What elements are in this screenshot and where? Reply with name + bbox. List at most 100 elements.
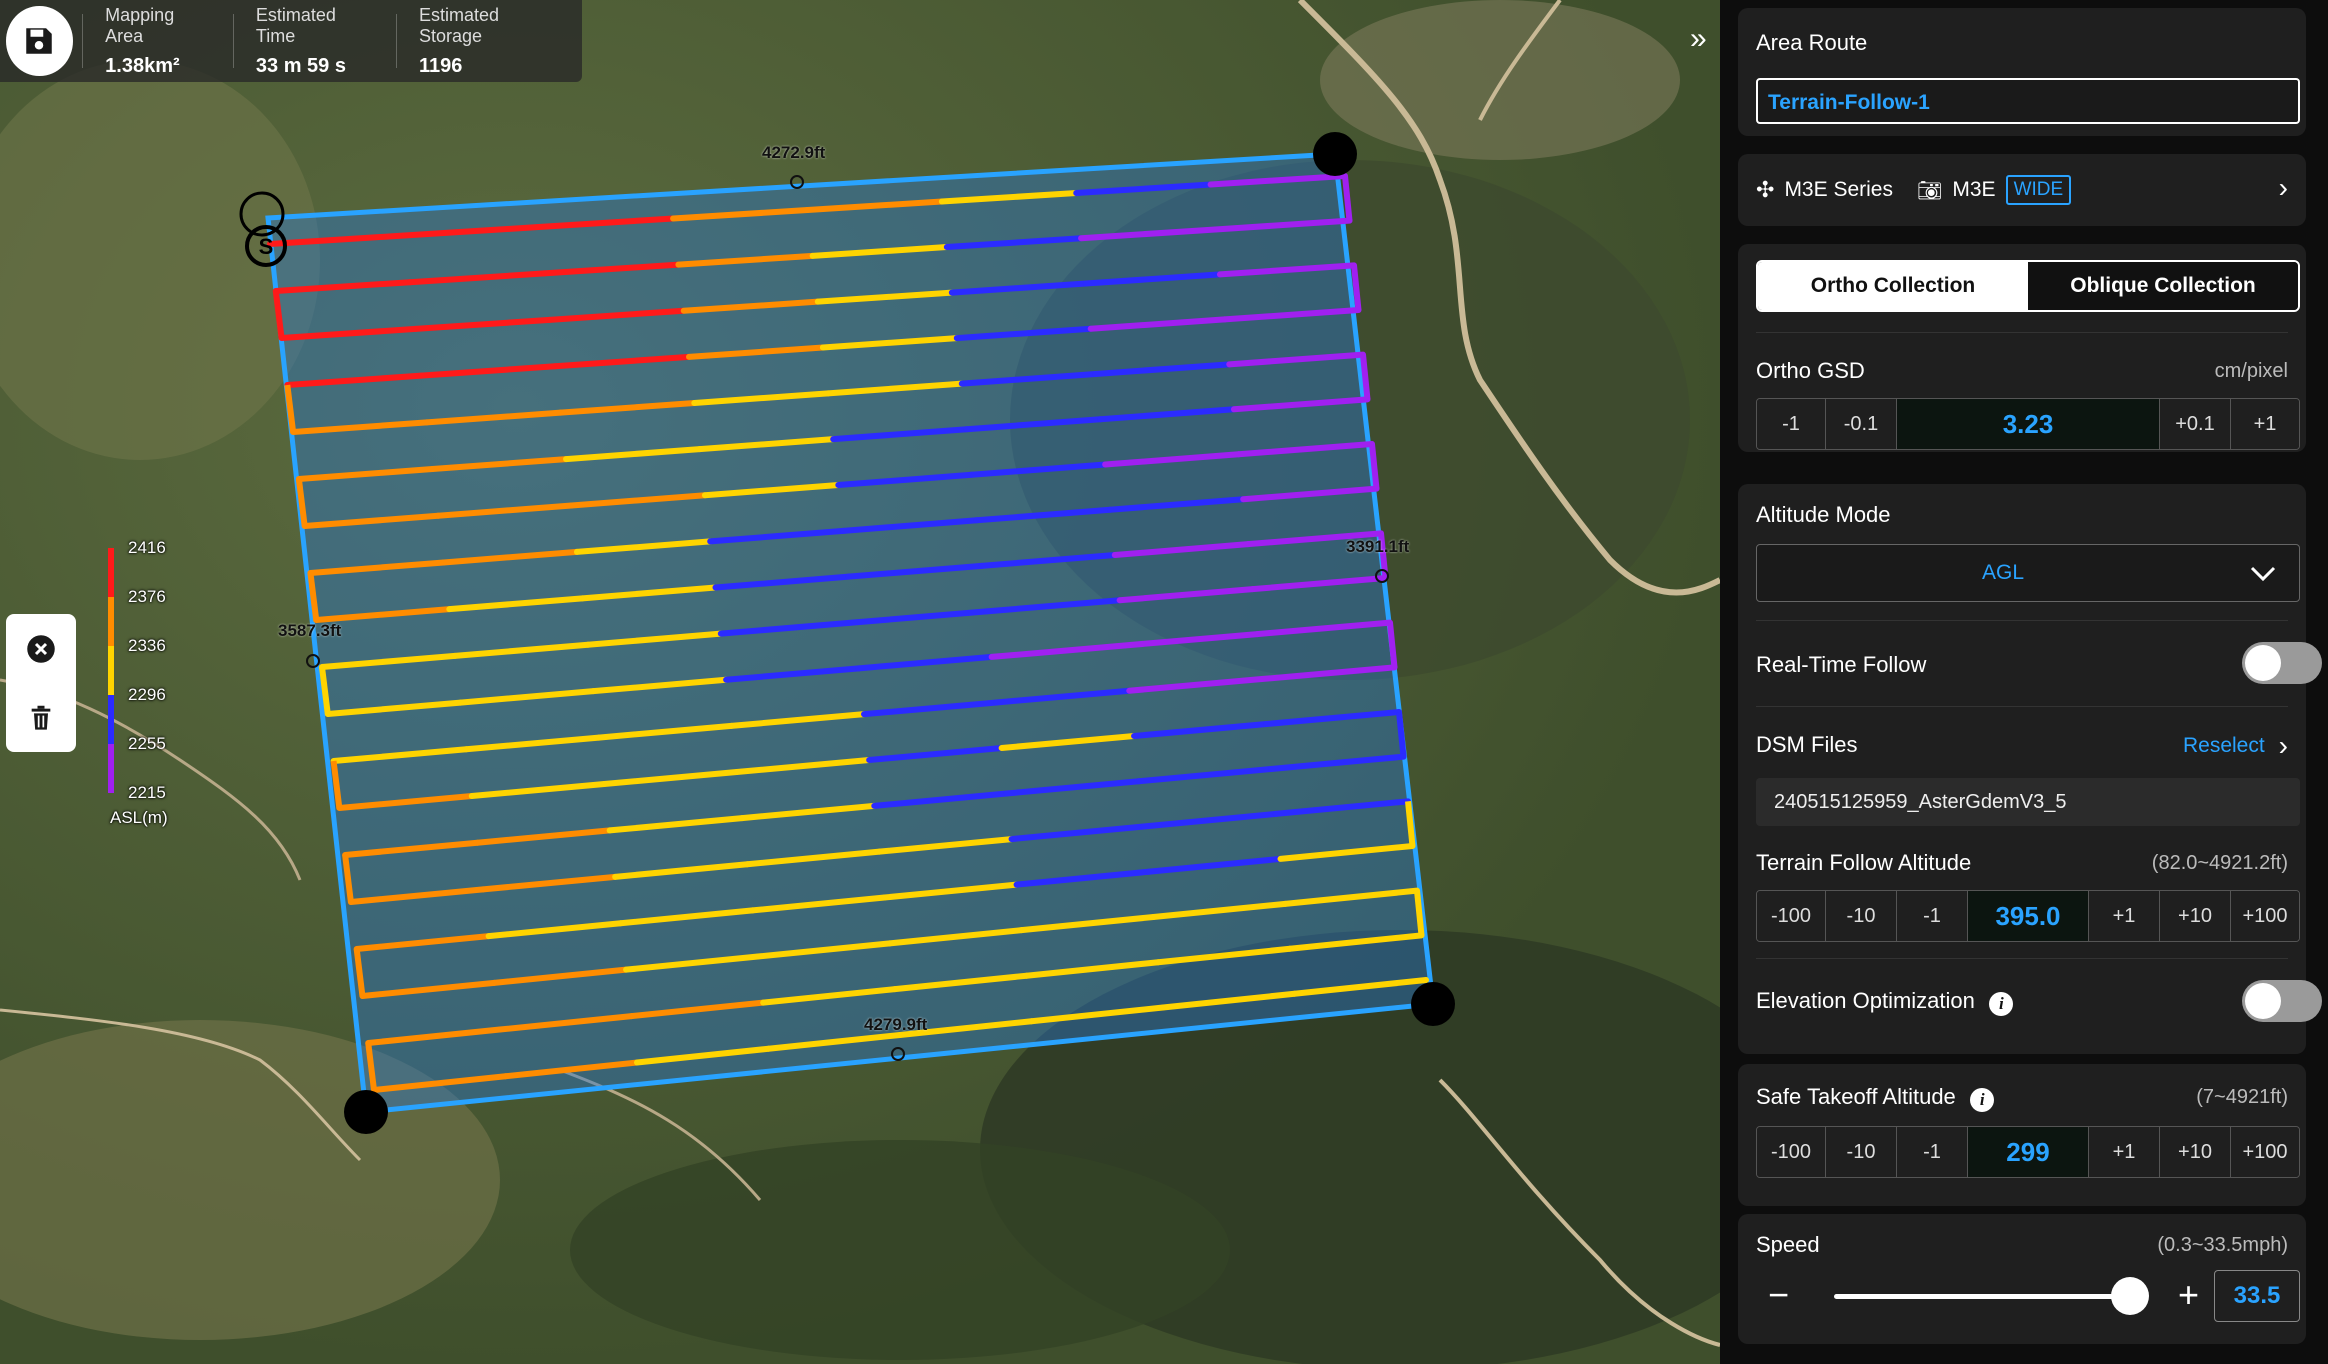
takeoff-plus-1-button[interactable]: +1 bbox=[2089, 1127, 2160, 1177]
gsd-minus-0.1-button[interactable]: -0.1 bbox=[1826, 399, 1897, 449]
legend-color-segment bbox=[108, 548, 114, 597]
elevation-optimization-row: Elevation Optimization i bbox=[1756, 988, 2014, 1016]
speed-minus-button[interactable]: − bbox=[1768, 1274, 1789, 1316]
drone-model: M3E Series bbox=[1784, 178, 1893, 201]
route-name-input[interactable]: Terrain-Follow-1 bbox=[1756, 78, 2300, 124]
corner-handle[interactable] bbox=[1411, 982, 1455, 1026]
alt-minus-100-button[interactable]: -100 bbox=[1757, 891, 1826, 941]
area-route-label: Area Route bbox=[1756, 30, 1868, 55]
gsd-minus-1-button[interactable]: -1 bbox=[1757, 399, 1826, 449]
dsm-file-name[interactable]: 240515125959_AsterGdemV3_5 bbox=[1756, 778, 2300, 826]
corner-handle[interactable] bbox=[344, 1090, 388, 1134]
legend-value: 2296 bbox=[128, 685, 166, 704]
legend-color-segment bbox=[108, 646, 114, 695]
drone-icon: ✣ bbox=[1756, 177, 1775, 202]
aircraft-card[interactable]: ✣ M3E Series 📷︎ M3E WIDE › bbox=[1738, 154, 2306, 226]
speed-slider-track[interactable] bbox=[1834, 1277, 2149, 1315]
takeoff-minus-100-button[interactable]: -100 bbox=[1757, 1127, 1826, 1177]
elevation-label: 4279.9ft bbox=[864, 1015, 928, 1034]
elevation-optimization-toggle[interactable] bbox=[2242, 980, 2322, 1022]
realtime-follow-label: Real-Time Follow bbox=[1756, 652, 1927, 677]
legend-value: 2416 bbox=[128, 538, 166, 557]
elevation-optimization-label: Elevation Optimization bbox=[1756, 988, 1975, 1013]
stat-estimated-storage: Estimated Storage 1196 bbox=[396, 5, 582, 77]
legend-color-segment bbox=[108, 695, 114, 744]
double-chevron-right-icon[interactable]: » bbox=[1690, 22, 1707, 56]
alt-plus-1-button[interactable]: +1 bbox=[2089, 891, 2160, 941]
realtime-follow-toggle[interactable] bbox=[2242, 642, 2322, 684]
takeoff-altitude-stepper: -100 -10 -1 299 +1 +10 +100 bbox=[1756, 1126, 2300, 1178]
alt-minus-10-button[interactable]: -10 bbox=[1826, 891, 1897, 941]
info-icon[interactable]: i bbox=[1970, 1087, 1995, 1112]
speed-slider-handle[interactable] bbox=[2111, 1277, 2149, 1315]
lens-badge: WIDE bbox=[2005, 175, 2072, 205]
speed-plus-button[interactable]: + bbox=[2178, 1274, 2199, 1316]
stat-value: 33 m 59 s bbox=[255, 54, 346, 77]
chevron-right-icon[interactable]: › bbox=[2279, 172, 2288, 204]
close-circle-icon[interactable] bbox=[26, 634, 56, 664]
takeoff-plus-100-button[interactable]: +100 bbox=[2231, 1127, 2299, 1177]
tab-oblique-collection[interactable]: Oblique Collection bbox=[2028, 262, 2298, 310]
takeoff-minus-1-button[interactable]: -1 bbox=[1897, 1127, 1968, 1177]
speed-value-input[interactable]: 33.5 bbox=[2214, 1270, 2300, 1322]
terrain-altitude-range: (82.0~4921.2ft) bbox=[2151, 852, 2288, 874]
stat-mapping-area: Mapping Area 1.38km² bbox=[82, 5, 233, 77]
dsm-files-label: DSM Files bbox=[1756, 732, 1858, 757]
stat-value: 1.38km² bbox=[105, 54, 180, 77]
legend-value: 2336 bbox=[128, 636, 166, 655]
altitude-mode-label: Altitude Mode bbox=[1756, 502, 1891, 527]
map-view[interactable]: S 4272.9ft 3391.1ft 3587.3ft 4279.9ft Ma… bbox=[0, 0, 1720, 1364]
altitude-mode-value: AGL bbox=[1981, 561, 2025, 584]
takeoff-minus-10-button[interactable]: -10 bbox=[1826, 1127, 1897, 1177]
alt-plus-10-button[interactable]: +10 bbox=[2160, 891, 2231, 941]
gsd-value[interactable]: 3.23 bbox=[1897, 399, 2160, 449]
reselect-link[interactable]: Reselect bbox=[2183, 734, 2265, 758]
elevation-legend: 2416 2376 2336 2296 2255 2215 ASL(m) bbox=[108, 538, 218, 838]
legend-value: 2255 bbox=[128, 734, 166, 753]
takeoff-plus-10-button[interactable]: +10 bbox=[2160, 1127, 2231, 1177]
stat-label: Estimated Time bbox=[255, 4, 336, 46]
chevron-right-icon[interactable]: › bbox=[2279, 730, 2288, 762]
map-tool-column bbox=[6, 614, 76, 752]
alt-minus-1-button[interactable]: -1 bbox=[1897, 891, 1968, 941]
legend-unit: ASL(m) bbox=[110, 808, 168, 827]
terrain-altitude-stepper: -100 -10 -1 395.0 +1 +10 +100 bbox=[1756, 890, 2300, 942]
altitude-mode-select[interactable]: AGL bbox=[1756, 544, 2300, 602]
safe-takeoff-label: Safe Takeoff Altitude bbox=[1756, 1084, 1956, 1109]
collection-tabs: Ortho Collection Oblique Collection bbox=[1756, 260, 2300, 312]
stat-label: Mapping Area bbox=[105, 4, 175, 46]
area-route-card: Area Route Terrain-Follow-1 bbox=[1738, 8, 2306, 136]
route-settings-panel: Area Route Terrain-Follow-1 ✣ M3E Series… bbox=[1720, 0, 2328, 1364]
camera-model: M3E bbox=[1952, 178, 1996, 201]
safe-takeoff-row: Safe Takeoff Altitude i bbox=[1756, 1084, 1995, 1112]
elevation-label: 3587.3ft bbox=[278, 621, 342, 640]
chevron-down-icon bbox=[2250, 566, 2276, 582]
speed-card: Speed (0.3~33.5mph) − + 33.5 bbox=[1738, 1214, 2306, 1344]
gsd-plus-0.1-button[interactable]: +0.1 bbox=[2160, 399, 2231, 449]
takeoff-altitude-value[interactable]: 299 bbox=[1968, 1127, 2089, 1177]
takeoff-range: (7~4921ft) bbox=[2196, 1086, 2288, 1108]
terrain-altitude-value[interactable]: 395.0 bbox=[1968, 891, 2089, 941]
elevation-label: 4272.9ft bbox=[762, 143, 826, 162]
legend-value: 2376 bbox=[128, 587, 166, 606]
flight-line-turn bbox=[1342, 175, 1353, 221]
alt-plus-100-button[interactable]: +100 bbox=[2231, 891, 2299, 941]
corner-handle[interactable] bbox=[1313, 132, 1357, 176]
takeoff-card: Safe Takeoff Altitude i (7~4921ft) -100 … bbox=[1738, 1064, 2306, 1206]
save-button[interactable] bbox=[6, 6, 73, 76]
tab-ortho-collection[interactable]: Ortho Collection bbox=[1758, 262, 2028, 310]
altitude-card: Altitude Mode AGL Real-Time Follow DSM F… bbox=[1738, 484, 2322, 1054]
save-icon bbox=[26, 28, 53, 54]
legend-color-bar bbox=[108, 548, 114, 793]
trash-icon[interactable] bbox=[27, 703, 55, 733]
camera-icon: 📷︎ bbox=[1916, 179, 1943, 202]
flight-route-overlay[interactable]: S bbox=[0, 0, 1720, 1364]
legend-color-segment bbox=[108, 744, 114, 793]
gsd-plus-1-button[interactable]: +1 bbox=[2231, 399, 2299, 449]
legend-value: 2215 bbox=[128, 783, 166, 802]
gsd-unit: cm/pixel bbox=[2214, 360, 2288, 382]
stat-label: Estimated Storage bbox=[419, 4, 500, 46]
info-icon[interactable]: i bbox=[1989, 991, 2014, 1016]
ortho-gsd-label: Ortho GSD bbox=[1756, 358, 1865, 383]
stat-estimated-time: Estimated Time 33 m 59 s bbox=[232, 5, 396, 77]
